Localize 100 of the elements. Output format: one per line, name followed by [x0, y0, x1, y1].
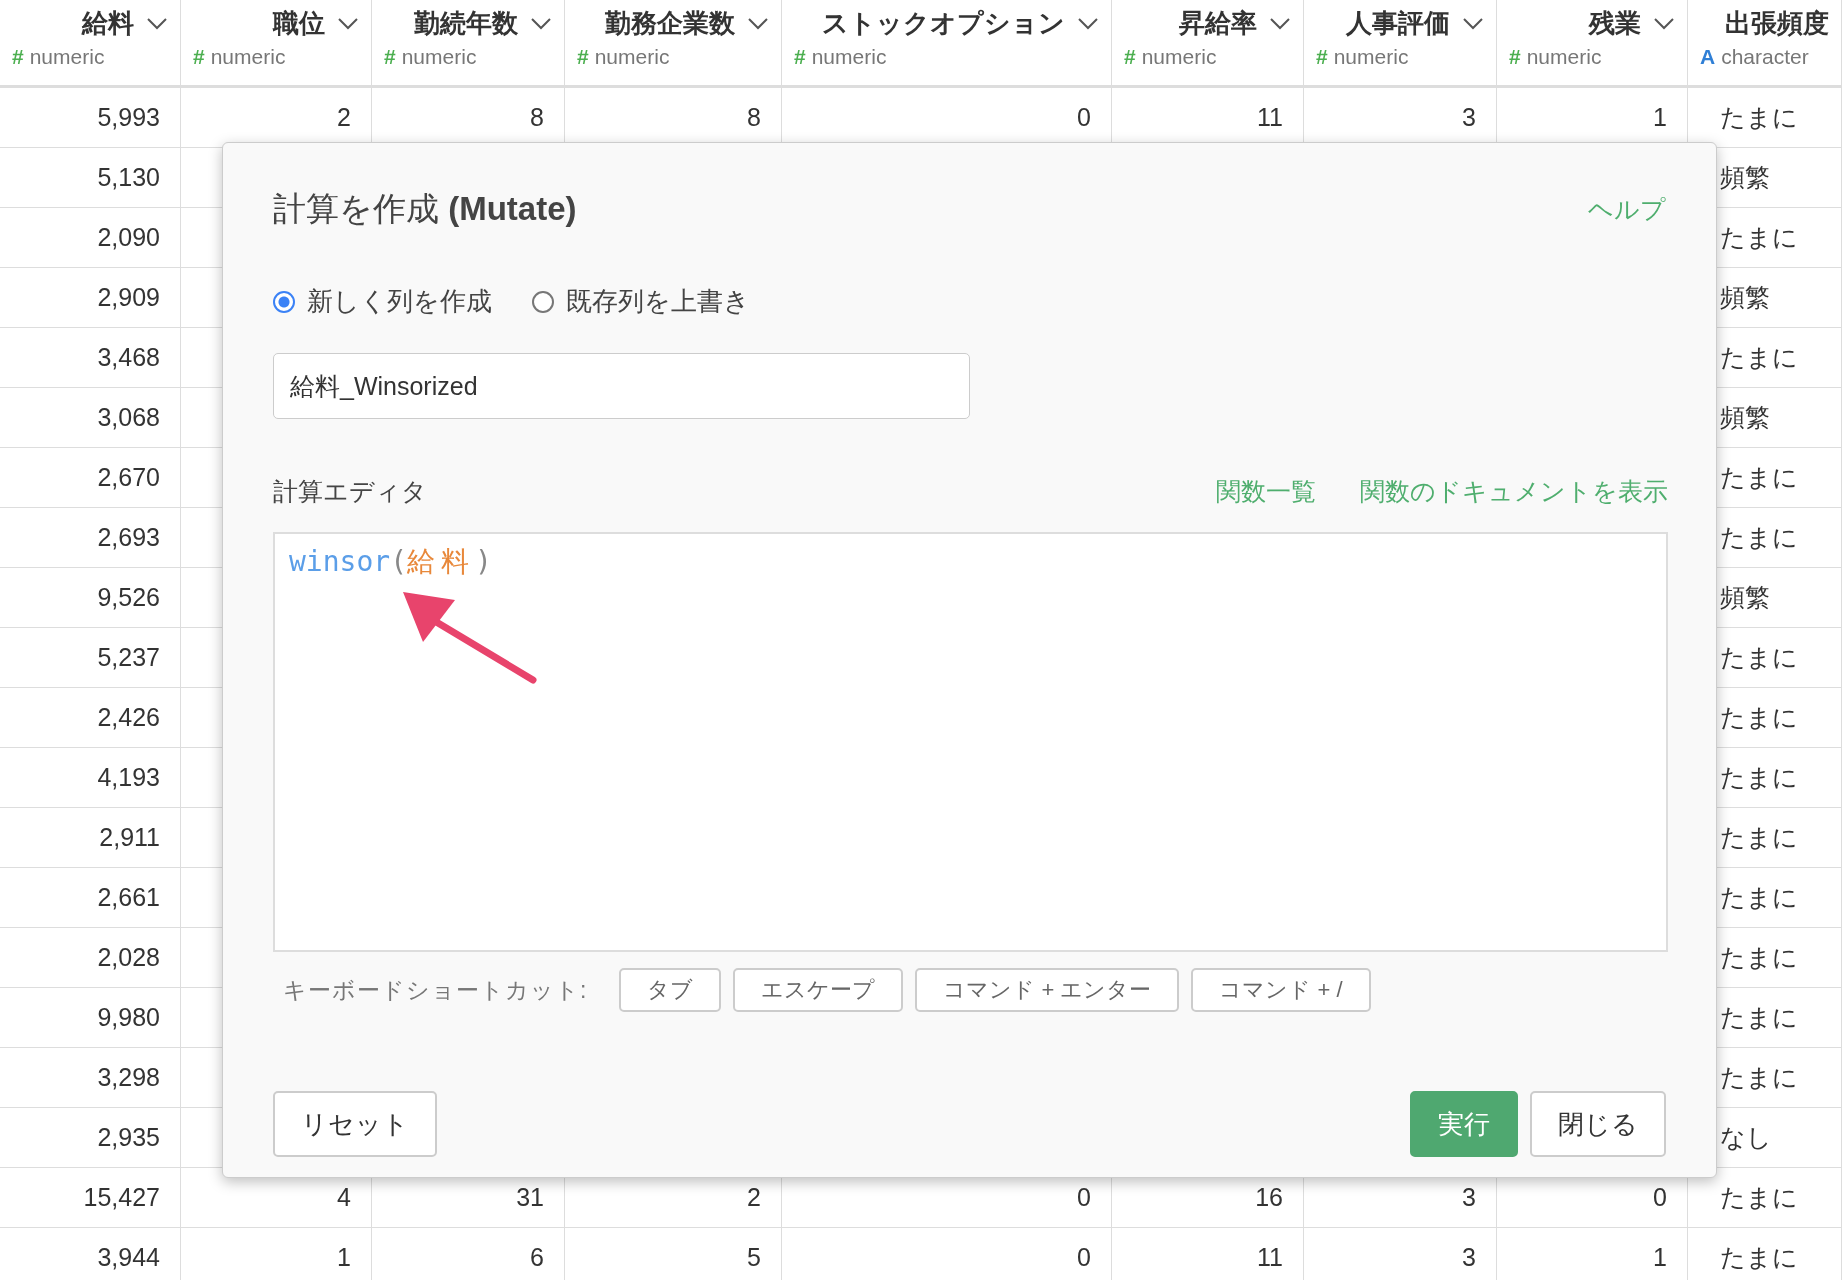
table-cell: 3,468 [97, 343, 160, 372]
table-cell: 2,426 [97, 703, 160, 732]
type-icon: # [794, 45, 806, 68]
table-cell: 8 [747, 103, 761, 132]
table-cell: 0 [1077, 103, 1091, 132]
table-cell: 2,028 [97, 943, 160, 972]
caret-icon[interactable] [1269, 16, 1291, 31]
column-type: numeric [1333, 45, 1409, 68]
table-cell: 8 [530, 103, 544, 132]
reset-button[interactable]: リセット [273, 1091, 437, 1157]
column-name: ストックオプション [822, 7, 1065, 40]
caret-icon[interactable] [747, 16, 769, 31]
table-cell-text: 頻繁 [1720, 402, 1770, 433]
table-cell-text: たまに [1720, 942, 1798, 973]
table-cell: 2 [747, 1183, 761, 1212]
radio-option[interactable]: 既存列を上書き [532, 284, 750, 319]
table-cell: 6 [530, 1243, 544, 1272]
table-cell-text: なし [1720, 1122, 1772, 1153]
table-cell-text: たまに [1720, 522, 1798, 553]
column-type: numeric [1141, 45, 1217, 68]
table-cell: 11 [1257, 103, 1283, 132]
table-cell: 2,909 [97, 283, 160, 312]
caret-icon[interactable] [1462, 16, 1484, 31]
table-cell: 11 [1257, 1243, 1283, 1272]
table-cell: 9,980 [97, 1003, 160, 1032]
table-cell: 31 [516, 1183, 544, 1212]
table-cell-text: たまに [1720, 642, 1798, 673]
column-type: numeric [29, 45, 105, 68]
table-cell: 5,237 [97, 643, 160, 672]
type-icon: # [12, 45, 24, 68]
column-type: numeric [401, 45, 477, 68]
table-cell: 0 [1077, 1243, 1091, 1272]
table-cell: 16 [1255, 1183, 1283, 1212]
shortcut-key[interactable]: コマンド + エンター [915, 968, 1180, 1012]
column-type: numeric [1526, 45, 1602, 68]
table-cell: 3 [1462, 1243, 1476, 1272]
table-cell-text: たまに [1720, 1062, 1798, 1093]
table-cell-text: たまに [1720, 1002, 1798, 1033]
table-cell: 3,944 [97, 1243, 160, 1272]
table-cell: 9,526 [97, 583, 160, 612]
table-cell: 2,935 [97, 1123, 160, 1152]
column-name: 勤務企業数 [605, 7, 735, 40]
column-name: 給料 [82, 7, 134, 40]
table-cell-text: たまに [1720, 342, 1798, 373]
table-cell: 15,427 [83, 1183, 160, 1212]
caret-icon[interactable] [337, 16, 359, 31]
run-button[interactable]: 実行 [1410, 1091, 1518, 1157]
code-editor[interactable]: winsor(給料) [273, 532, 1668, 952]
shortcut-key[interactable]: コマンド + / [1191, 968, 1371, 1012]
type-icon: # [577, 45, 589, 68]
table-cell-text: 頻繁 [1720, 282, 1770, 313]
close-button[interactable]: 閉じる [1530, 1091, 1666, 1157]
radio-option[interactable]: 新しく列を作成 [273, 284, 492, 319]
column-name-field[interactable]: 給料_Winsorized [273, 353, 970, 419]
table-cell-text: たまに [1720, 762, 1798, 793]
caret-icon[interactable] [1653, 16, 1675, 31]
table-cell: 2 [337, 103, 351, 132]
table-cell: 2,661 [97, 883, 160, 912]
caret-icon[interactable] [1077, 16, 1099, 31]
table-cell: 2,090 [97, 223, 160, 252]
table-cell: 2,670 [97, 463, 160, 492]
table-cell-text: たまに [1720, 1182, 1798, 1213]
caret-icon[interactable] [530, 16, 552, 31]
radio-icon[interactable] [273, 290, 295, 313]
table-cell: 1 [1653, 103, 1667, 132]
table-cell-text: たまに [1720, 702, 1798, 733]
table-cell: 5,993 [97, 103, 160, 132]
column-type: numeric [811, 45, 887, 68]
type-icon: # [1509, 45, 1521, 68]
table-cell: 2,693 [97, 523, 160, 552]
table-cell-text: 頻繁 [1720, 162, 1770, 193]
type-icon: A [1700, 45, 1716, 68]
table-cell-text: たまに [1720, 102, 1798, 133]
dialog-title: 計算を作成 (Mutate) [273, 189, 577, 229]
table-cell: 5 [747, 1243, 761, 1272]
table-cell: 4,193 [97, 763, 160, 792]
shortcut-key[interactable]: タブ [619, 968, 722, 1012]
column-type: numeric [210, 45, 286, 68]
radio-icon[interactable] [532, 290, 554, 313]
table-cell-text: たまに [1720, 822, 1798, 853]
type-icon: # [193, 45, 205, 68]
caret-icon[interactable] [146, 16, 168, 31]
column-name: 人事評価 [1346, 7, 1450, 40]
table-cell: 3,298 [97, 1063, 160, 1092]
table-cell: 3,068 [97, 403, 160, 432]
type-icon: # [384, 45, 396, 68]
column-name: 出張頻度 [1725, 7, 1829, 40]
table-cell-text: たまに [1720, 882, 1798, 913]
table-cell: 3 [1462, 103, 1476, 132]
type-icon: # [1316, 45, 1328, 68]
column-name: 職位 [273, 7, 325, 40]
column-type: character [1721, 45, 1809, 68]
table-cell: 5,130 [97, 163, 160, 192]
column-type: numeric [594, 45, 670, 68]
table-cell: 2,911 [99, 823, 160, 852]
shortcut-key[interactable]: エスケープ [733, 968, 904, 1012]
column-name: 残業 [1589, 7, 1641, 40]
column-name: 昇給率 [1179, 7, 1257, 40]
table-cell-text: たまに [1720, 222, 1798, 253]
shortcuts-label: キーボードショートカット: [283, 975, 588, 1005]
